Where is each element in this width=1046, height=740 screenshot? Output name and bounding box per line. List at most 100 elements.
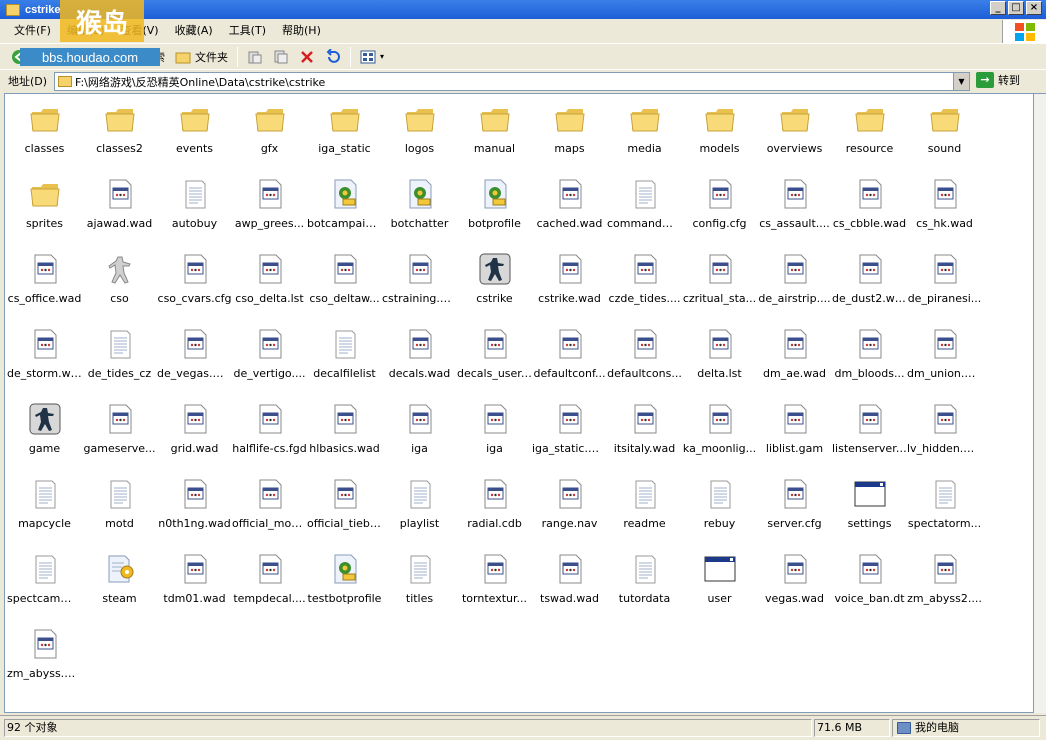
file-item[interactable]: cso_deltaw...	[307, 244, 382, 314]
up-folder-button[interactable]	[92, 46, 118, 68]
address-dropdown-button[interactable]: ▼	[953, 73, 969, 90]
file-item[interactable]: cso	[82, 244, 157, 314]
file-item[interactable]: liblist.gam	[757, 394, 832, 464]
file-item[interactable]: cstrike.wad	[532, 244, 607, 314]
title-bar[interactable]: cstrike _ □ ×	[0, 0, 1046, 19]
file-item[interactable]: media	[607, 94, 682, 164]
file-item[interactable]: cs_cbble.wad	[832, 169, 907, 239]
file-item[interactable]: ka_moonlig...	[682, 394, 757, 464]
file-item[interactable]: resource	[832, 94, 907, 164]
file-item[interactable]: titles	[382, 544, 457, 614]
file-item[interactable]: botprofile	[457, 169, 532, 239]
file-item[interactable]: vegas.wad	[757, 544, 832, 614]
file-item[interactable]: rebuy	[682, 469, 757, 539]
file-item[interactable]: commandmenu	[607, 169, 682, 239]
delete-button[interactable]	[294, 46, 320, 68]
file-item[interactable]: tswad.wad	[532, 544, 607, 614]
maximize-button[interactable]: □	[1008, 1, 1024, 15]
file-item[interactable]: manual	[457, 94, 532, 164]
file-item[interactable]: zm_abyss.wad	[7, 619, 82, 689]
file-item[interactable]: cs_office.wad	[7, 244, 82, 314]
file-item[interactable]: de_dust2.wad	[832, 244, 907, 314]
copy-to-button[interactable]	[268, 46, 294, 68]
menu-view[interactable]: 查看(V)	[112, 20, 166, 42]
file-item[interactable]: itsitaly.wad	[607, 394, 682, 464]
search-button[interactable]: 搜索	[118, 46, 170, 68]
file-item[interactable]: iga_static	[307, 94, 382, 164]
file-item[interactable]: dm_ae.wad	[757, 319, 832, 389]
forward-button[interactable]	[66, 46, 92, 68]
file-item[interactable]: classes2	[82, 94, 157, 164]
menu-help[interactable]: 帮助(H)	[274, 20, 329, 42]
undo-button[interactable]	[320, 46, 346, 68]
file-item[interactable]: botcampaig...	[307, 169, 382, 239]
file-item[interactable]: halflife-cs.fgd	[232, 394, 307, 464]
file-view[interactable]: classes classes2 events gfx iga_static logos m…	[4, 93, 1034, 713]
file-item[interactable]: classes	[7, 94, 82, 164]
file-item[interactable]: decals_user....	[457, 319, 532, 389]
vertical-scrollbar[interactable]	[1034, 93, 1046, 713]
file-item[interactable]: listenserver....	[832, 394, 907, 464]
file-item[interactable]: spectatorm...	[907, 469, 982, 539]
close-button[interactable]: ×	[1026, 1, 1042, 15]
file-item[interactable]: tutordata	[607, 544, 682, 614]
file-item[interactable]: de_vertigo....	[232, 319, 307, 389]
file-item[interactable]: gameserve...	[82, 394, 157, 464]
file-item[interactable]: cso_cvars.cfg	[157, 244, 232, 314]
file-item[interactable]: playlist	[382, 469, 457, 539]
file-item[interactable]: testbotprofile	[307, 544, 382, 614]
file-item[interactable]: de_storm.wad	[7, 319, 82, 389]
file-item[interactable]: official_tiebr...	[307, 469, 382, 539]
file-item[interactable]: ajawad.wad	[82, 169, 157, 239]
file-item[interactable]: decals.wad	[382, 319, 457, 389]
file-item[interactable]: readme	[607, 469, 682, 539]
file-item[interactable]: config.cfg	[682, 169, 757, 239]
file-item[interactable]: range.nav	[532, 469, 607, 539]
folders-button[interactable]: 文件夹	[170, 46, 233, 68]
file-item[interactable]: sprites	[7, 169, 82, 239]
file-item[interactable]: radial.cdb	[457, 469, 532, 539]
file-item[interactable]: logos	[382, 94, 457, 164]
file-item[interactable]: maps	[532, 94, 607, 164]
file-item[interactable]: steam	[82, 544, 157, 614]
file-item[interactable]: de_vegas.wad	[157, 319, 232, 389]
minimize-button[interactable]: _	[990, 1, 1006, 15]
file-item[interactable]: dm_union.wad	[907, 319, 982, 389]
file-item[interactable]: cs_assault....	[757, 169, 832, 239]
menu-edit[interactable]: 编辑(E)	[59, 20, 113, 42]
file-item[interactable]: decalfilelist	[307, 319, 382, 389]
file-item[interactable]: grid.wad	[157, 394, 232, 464]
file-item[interactable]: motd	[82, 469, 157, 539]
menu-favorites[interactable]: 收藏(A)	[167, 20, 221, 42]
go-button[interactable]: → 转到	[976, 72, 1020, 88]
file-item[interactable]: n0th1ng.wad	[157, 469, 232, 539]
file-item[interactable]: spectcammenu	[7, 544, 82, 614]
file-item[interactable]: events	[157, 94, 232, 164]
file-item[interactable]: tdm01.wad	[157, 544, 232, 614]
file-item[interactable]: delta.lst	[682, 319, 757, 389]
back-button[interactable]: 后退 ▾	[6, 46, 66, 68]
file-item[interactable]: official_mod....	[232, 469, 307, 539]
file-item[interactable]: cs_hk.wad	[907, 169, 982, 239]
file-item[interactable]: server.cfg	[757, 469, 832, 539]
file-item[interactable]: gfx	[232, 94, 307, 164]
file-item[interactable]: defaultconf...	[532, 319, 607, 389]
menu-tools[interactable]: 工具(T)	[221, 20, 274, 42]
file-item[interactable]: dm_bloods...	[832, 319, 907, 389]
file-item[interactable]: botchatter	[382, 169, 457, 239]
file-item[interactable]: tempdecal....	[232, 544, 307, 614]
file-item[interactable]: models	[682, 94, 757, 164]
file-item[interactable]: cso_delta.lst	[232, 244, 307, 314]
file-item[interactable]: de_tides_cz	[82, 319, 157, 389]
file-item[interactable]: voice_ban.dt	[832, 544, 907, 614]
file-item[interactable]: settings	[832, 469, 907, 539]
file-item[interactable]: de_piranesi...	[907, 244, 982, 314]
file-item[interactable]: sound	[907, 94, 982, 164]
file-item[interactable]: lv_hidden.wad	[907, 394, 982, 464]
file-item[interactable]: zm_abyss2....	[907, 544, 982, 614]
file-item[interactable]: game	[7, 394, 82, 464]
file-item[interactable]: iga	[382, 394, 457, 464]
file-item[interactable]: overviews	[757, 94, 832, 164]
file-item[interactable]: defaultcons...	[607, 319, 682, 389]
file-item[interactable]: awp_grees...	[232, 169, 307, 239]
